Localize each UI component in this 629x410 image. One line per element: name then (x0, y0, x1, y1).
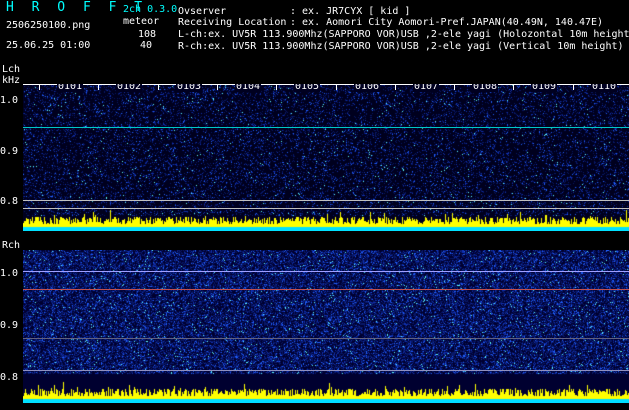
time-label-0103: 0103 (176, 84, 203, 92)
channel-mode: 2ch 0.3.0 (123, 4, 178, 15)
time-label-0106: 0106 (354, 84, 381, 92)
time-tick (217, 84, 218, 90)
filename: 2506250100.png (6, 20, 91, 31)
lch-ytick-1.0: 1.0 (0, 95, 19, 106)
meteor-label: meteor (123, 16, 160, 27)
rch-line-1.0 (23, 271, 629, 272)
time-tick (336, 84, 337, 90)
rch-carrier-line (23, 289, 629, 290)
time-tick (573, 84, 574, 90)
observer-label: Ovserver (178, 6, 227, 17)
datetime: 25.06.25 01:00 (6, 40, 91, 51)
time-label-0109: 0109 (531, 84, 558, 92)
location-value: : ex. Aomori City Aomori-Pref.JAPAN(40.4… (290, 17, 604, 28)
location-label: Receiving Location (178, 17, 287, 28)
lch-label: Lch (2, 64, 21, 75)
time-label-0108: 0108 (472, 84, 499, 92)
meteor-r-count: 40 (140, 40, 153, 51)
time-label-0104: 0104 (235, 84, 262, 92)
lch-ytick-0.8: 0.8 (0, 196, 19, 207)
rch-ytick-1.0: 1.0 (0, 268, 19, 279)
time-tick (98, 84, 99, 90)
rch-line-0.8 (23, 370, 629, 371)
rch-ytick-0.8: 0.8 (0, 372, 19, 383)
lch-spectrogram: 0101 0102 0103 0104 0105 0106 0107 0108 0109 0110 (23, 84, 629, 231)
time-label-0107: 0107 (413, 84, 440, 92)
time-tick (158, 84, 159, 90)
time-tick (513, 84, 514, 90)
lch-ytick-0.9: 0.9 (0, 146, 19, 157)
time-label-0102: 0102 (116, 84, 143, 92)
rch-spectrogram-canvas (23, 250, 629, 403)
lch-unit: kHz (2, 75, 21, 86)
time-label-0101: 0101 (57, 84, 84, 92)
rch-label: Rch (2, 240, 21, 251)
hroff-spectrogram-window: H R O F F T 2ch 0.3.0 2506250100.png met… (0, 0, 629, 410)
time-tick (39, 84, 40, 90)
lch-carrier-line (23, 127, 629, 128)
rch-info: R-ch:ex. UV5R 113.900Mhz(SAPPORO VOR)USB… (178, 41, 624, 52)
lch-line-0.8 (23, 200, 629, 201)
rch-spectrogram (23, 250, 629, 403)
time-tick (395, 84, 396, 90)
time-label-0110: 0110 (591, 84, 618, 92)
lch-line-lower (23, 208, 629, 209)
meteor-l-count: 108 (138, 29, 157, 40)
rch-ytick-0.9: 0.9 (0, 320, 19, 331)
time-label-0105: 0105 (294, 84, 321, 92)
lch-info: L-ch:ex. UV5R 113.900Mhz(SAPPORO VOR)USB… (178, 29, 629, 40)
observer-value: : ex. JR7CYX [ kid ] (290, 6, 411, 17)
rch-line-0.9 (23, 338, 629, 339)
time-tick (276, 84, 277, 90)
time-tick (454, 84, 455, 90)
